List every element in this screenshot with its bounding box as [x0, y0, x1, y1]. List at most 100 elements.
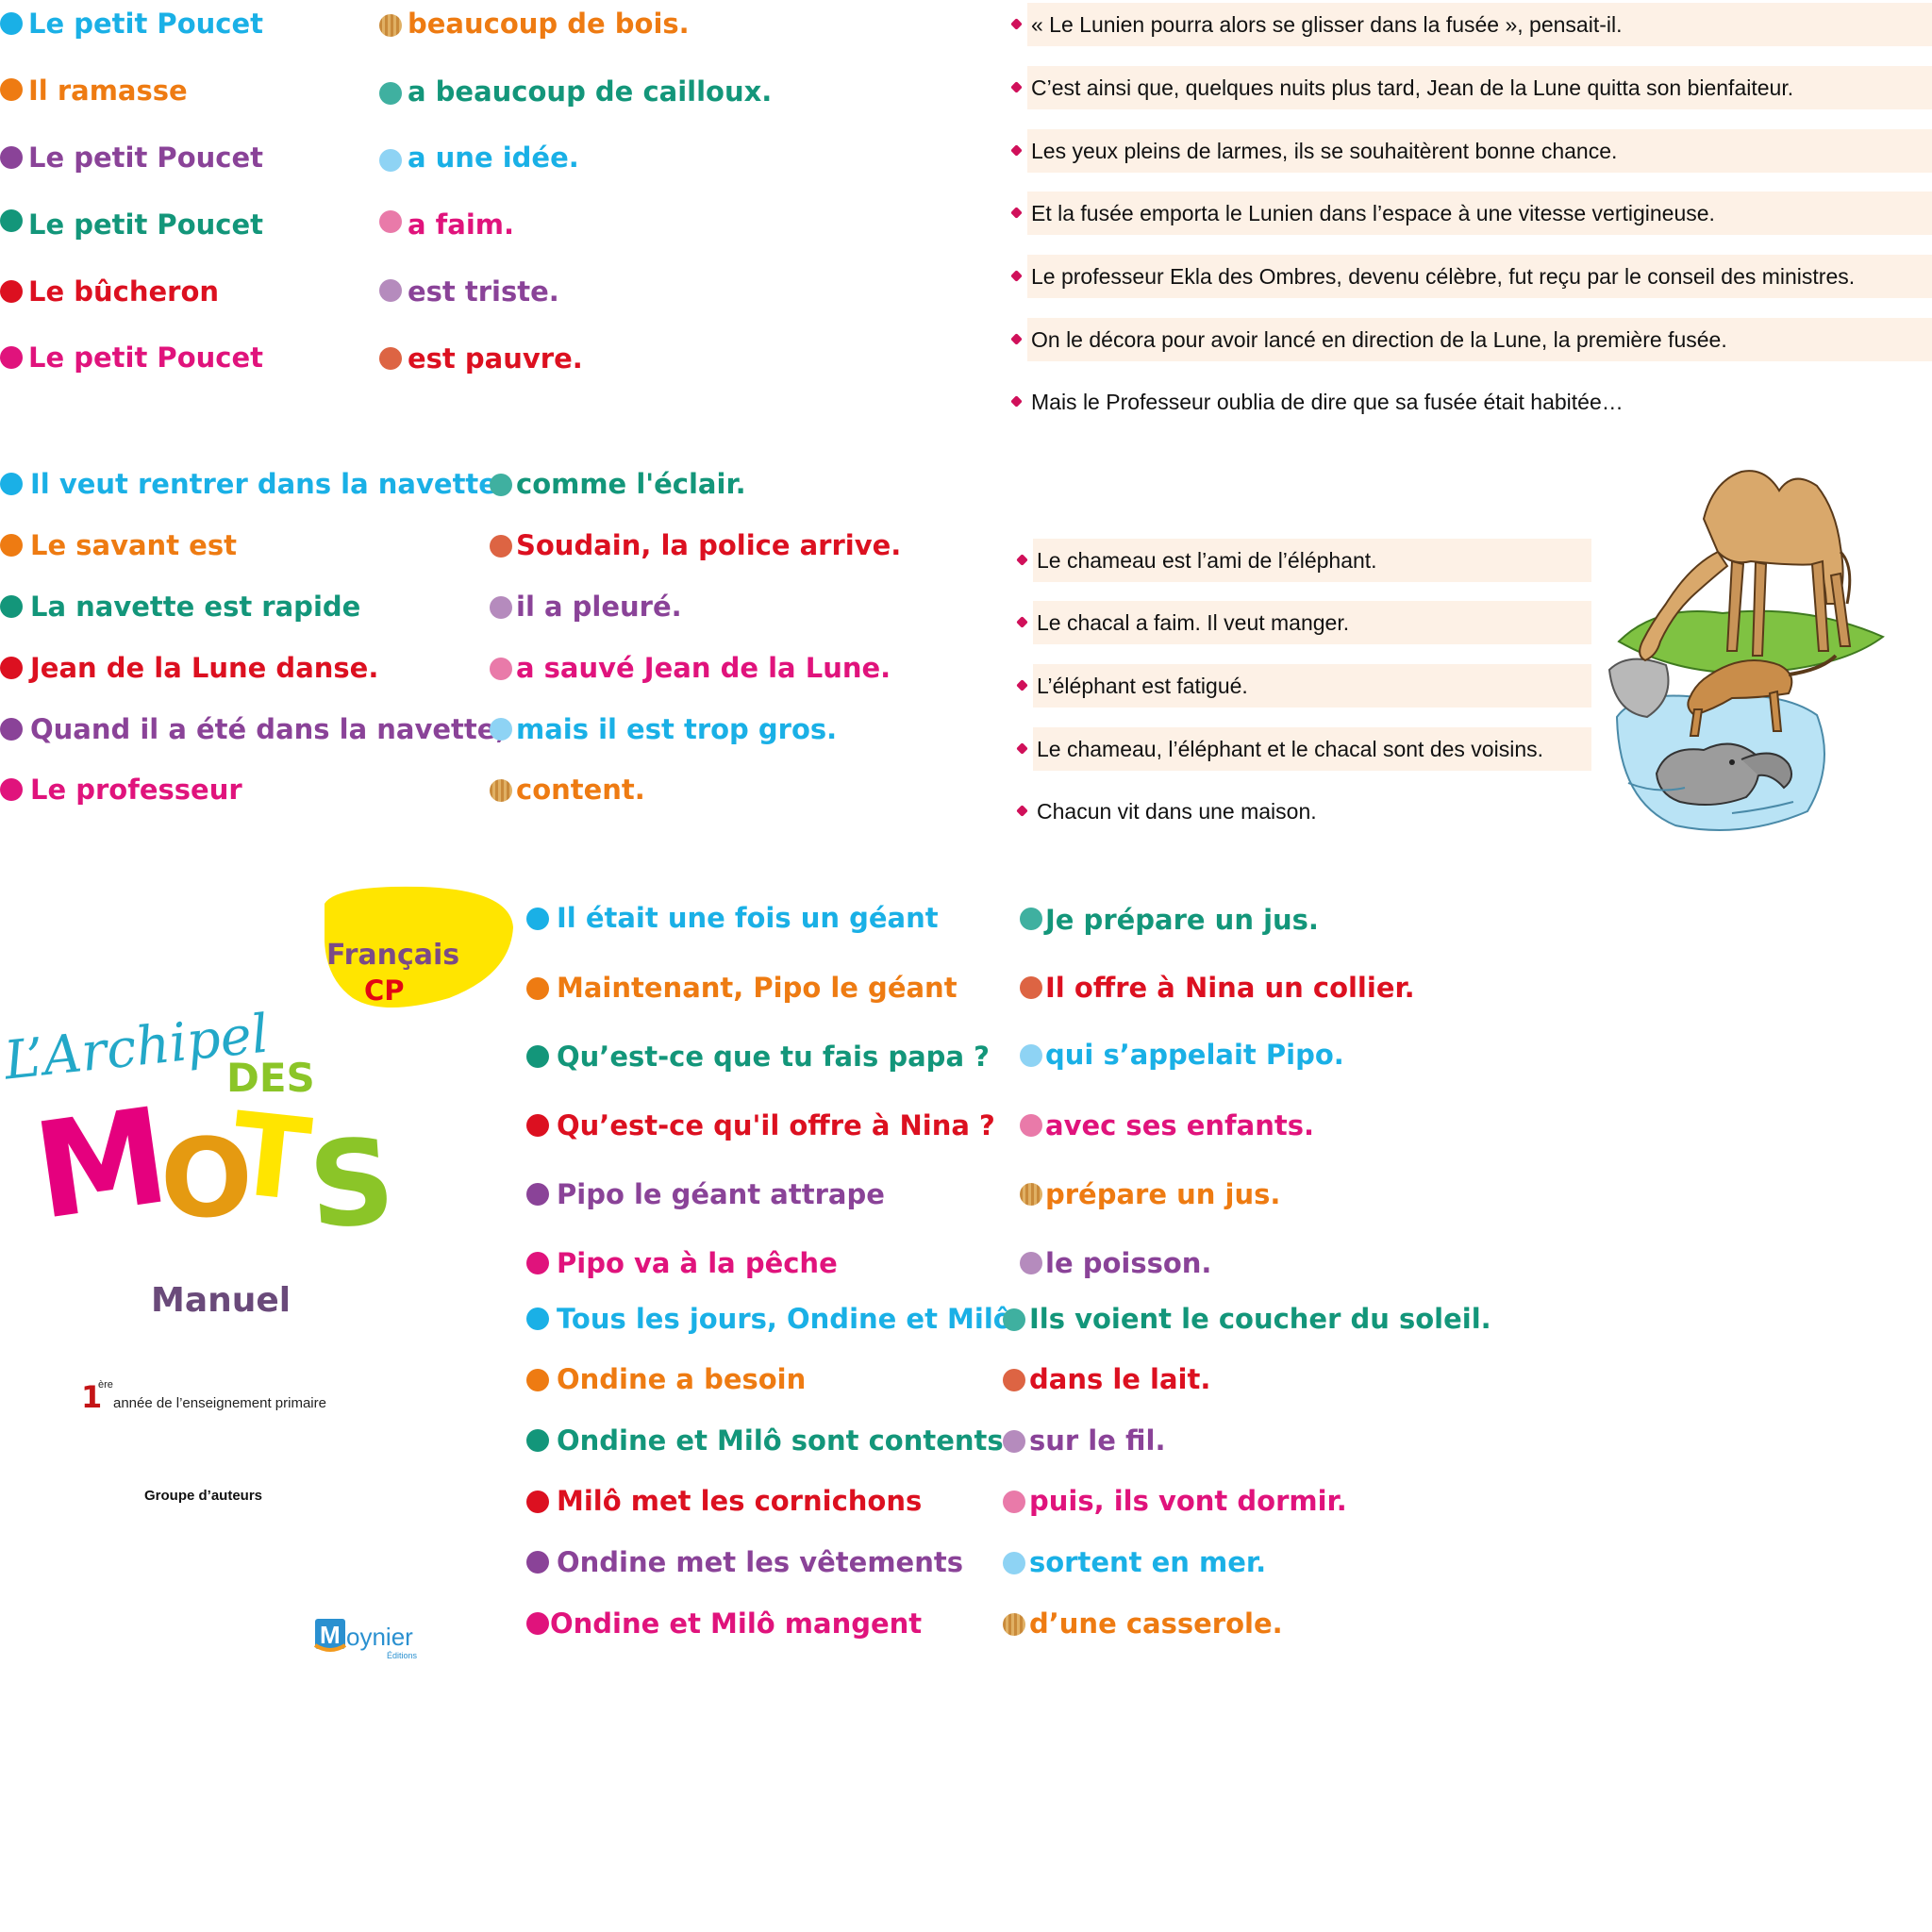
phrase-end[interactable]: Ils voient le coucher du soleil. — [1029, 1304, 1491, 1334]
phrase-end[interactable]: puis, ils vont dormir. — [1029, 1486, 1347, 1516]
phrase-start[interactable]: Milô met les cornichons — [557, 1486, 922, 1516]
choice-dot[interactable] — [1003, 1308, 1025, 1331]
phrase-start[interactable]: Maintenant, Pipo le géant — [557, 973, 958, 1003]
choice-dot[interactable] — [490, 474, 512, 496]
choice-dot[interactable] — [526, 1252, 549, 1274]
phrase-start[interactable]: Le petit Poucet — [28, 209, 263, 240]
choice-dot[interactable] — [490, 718, 512, 741]
choice-dot[interactable] — [1020, 1252, 1042, 1274]
choice-dot[interactable] — [0, 12, 23, 35]
phrase-end[interactable]: a beaucoup de cailloux. — [408, 76, 772, 107]
phrase-end[interactable]: Il offre à Nina un collier. — [1045, 973, 1415, 1003]
choice-dot[interactable] — [1003, 1430, 1025, 1453]
phrase-end[interactable]: le poisson. — [1045, 1248, 1211, 1278]
choice-dot[interactable] — [0, 209, 23, 232]
choice-dot[interactable] — [526, 1369, 549, 1391]
story-sentence[interactable]: On le décora pour avoir lancé en directi… — [1027, 318, 1932, 361]
phrase-end[interactable]: a faim. — [408, 209, 514, 240]
phrase-start[interactable]: Qu’est-ce que tu fais papa ? — [557, 1041, 990, 1072]
phrase-end[interactable]: qui s’appelait Pipo. — [1045, 1040, 1344, 1070]
phrase-end[interactable]: content. — [516, 774, 645, 805]
choice-dot[interactable] — [526, 1551, 549, 1574]
phrase-start[interactable]: Le bûcheron — [28, 276, 219, 307]
choice-dot[interactable] — [0, 657, 23, 679]
phrase-end[interactable]: sur le fil. — [1029, 1425, 1165, 1456]
choice-dot[interactable] — [526, 977, 549, 1000]
phrase-start[interactable]: Il veut rentrer dans la navette — [30, 469, 497, 499]
choice-dot[interactable] — [379, 149, 402, 172]
choice-dot[interactable] — [1003, 1552, 1025, 1574]
choice-dot[interactable] — [379, 14, 402, 37]
choice-dot[interactable] — [0, 78, 23, 101]
phrase-start[interactable]: Ondine a besoin — [557, 1364, 806, 1394]
phrase-end[interactable]: beaucoup de bois. — [408, 8, 690, 39]
choice-dot[interactable] — [490, 658, 512, 680]
phrase-start[interactable]: La navette est rapide — [30, 591, 360, 622]
choice-dot[interactable] — [1020, 1114, 1042, 1137]
choice-dot[interactable] — [526, 1429, 549, 1452]
phrase-start[interactable]: Pipo va à la pêche — [557, 1248, 838, 1278]
choice-dot[interactable] — [526, 908, 549, 930]
phrase-start[interactable]: Tous les jours, Ondine et Milô — [557, 1304, 1012, 1334]
animal-sentence[interactable]: Chacun vit dans une maison. — [1033, 790, 1591, 833]
choice-dot[interactable] — [490, 535, 512, 558]
choice-dot[interactable] — [490, 596, 512, 619]
phrase-end[interactable]: sortent en mer. — [1029, 1547, 1266, 1577]
phrase-end[interactable]: est pauvre. — [408, 343, 583, 374]
phrase-end[interactable]: est triste. — [408, 276, 559, 307]
choice-dot[interactable] — [0, 146, 23, 169]
choice-dot[interactable] — [526, 1114, 549, 1137]
phrase-end[interactable]: Soudain, la police arrive. — [516, 530, 901, 560]
story-sentence[interactable]: Les yeux pleins de larmes, ils se souhai… — [1027, 129, 1932, 173]
choice-dot[interactable] — [1020, 1044, 1042, 1067]
choice-dot[interactable] — [0, 473, 23, 495]
phrase-start[interactable]: Il était une fois un géant — [557, 903, 939, 933]
phrase-start[interactable]: Ondine et Milô mangent — [550, 1608, 922, 1639]
choice-dot[interactable] — [1020, 908, 1042, 930]
choice-dot[interactable] — [526, 1491, 549, 1513]
phrase-end[interactable]: dans le lait. — [1029, 1364, 1210, 1394]
phrase-end[interactable]: mais il est trop gros. — [516, 714, 837, 744]
choice-dot[interactable] — [0, 778, 23, 801]
phrase-start[interactable]: Qu’est-ce qu'il offre à Nina ? — [557, 1110, 995, 1141]
phrase-start[interactable]: Le petit Poucet — [28, 8, 263, 39]
choice-dot[interactable] — [1020, 1183, 1042, 1206]
phrase-start[interactable]: Le professeur — [30, 774, 242, 805]
story-sentence[interactable]: Et la fusée emporta le Lunien dans l’esp… — [1027, 192, 1932, 235]
phrase-start[interactable]: Le petit Poucet — [28, 342, 263, 373]
phrase-end[interactable]: avec ses enfants. — [1045, 1110, 1314, 1141]
choice-dot[interactable] — [526, 1045, 549, 1068]
story-sentence[interactable]: « Le Lunien pourra alors se glisser dans… — [1027, 3, 1932, 46]
animal-sentence[interactable]: Le chameau, l’éléphant et le chacal sont… — [1033, 727, 1591, 771]
choice-dot[interactable] — [526, 1307, 549, 1330]
phrase-start[interactable]: Quand il a été dans la navette, — [30, 714, 506, 744]
choice-dot[interactable] — [379, 210, 402, 233]
choice-dot[interactable] — [379, 347, 402, 370]
phrase-end[interactable]: d’une casserole. — [1029, 1608, 1283, 1639]
choice-dot[interactable] — [526, 1612, 549, 1635]
choice-dot[interactable] — [0, 280, 23, 303]
choice-dot[interactable] — [1003, 1369, 1025, 1391]
choice-dot[interactable] — [1003, 1491, 1025, 1513]
choice-dot[interactable] — [1003, 1613, 1025, 1636]
choice-dot[interactable] — [379, 82, 402, 105]
animal-sentence[interactable]: Le chacal a faim. Il veut manger. — [1033, 601, 1591, 644]
phrase-end[interactable]: a une idée. — [408, 142, 579, 173]
choice-dot[interactable] — [0, 534, 23, 557]
story-sentence[interactable]: Le professeur Ekla des Ombres, devenu cé… — [1027, 255, 1932, 298]
phrase-end[interactable]: comme l'éclair. — [516, 469, 746, 499]
phrase-start[interactable]: Le petit Poucet — [28, 142, 263, 173]
phrase-end[interactable]: prépare un jus. — [1045, 1179, 1280, 1209]
phrase-start[interactable]: Il ramasse — [28, 75, 188, 106]
choice-dot[interactable] — [526, 1183, 549, 1206]
choice-dot[interactable] — [0, 718, 23, 741]
story-sentence[interactable]: Mais le Professeur oublia de dire que sa… — [1027, 380, 1932, 424]
phrase-start[interactable]: Le savant est — [30, 530, 237, 560]
phrase-start[interactable]: Jean de la Lune danse. — [30, 653, 378, 683]
choice-dot[interactable] — [490, 779, 512, 802]
phrase-start[interactable]: Ondine et Milô sont contents. — [557, 1425, 1014, 1456]
phrase-end[interactable]: il a pleuré. — [516, 591, 682, 622]
phrase-end[interactable]: a sauvé Jean de la Lune. — [516, 653, 891, 683]
story-sentence[interactable]: C’est ainsi que, quelques nuits plus tar… — [1027, 66, 1932, 109]
phrase-end[interactable]: Je prépare un jus. — [1045, 905, 1319, 935]
